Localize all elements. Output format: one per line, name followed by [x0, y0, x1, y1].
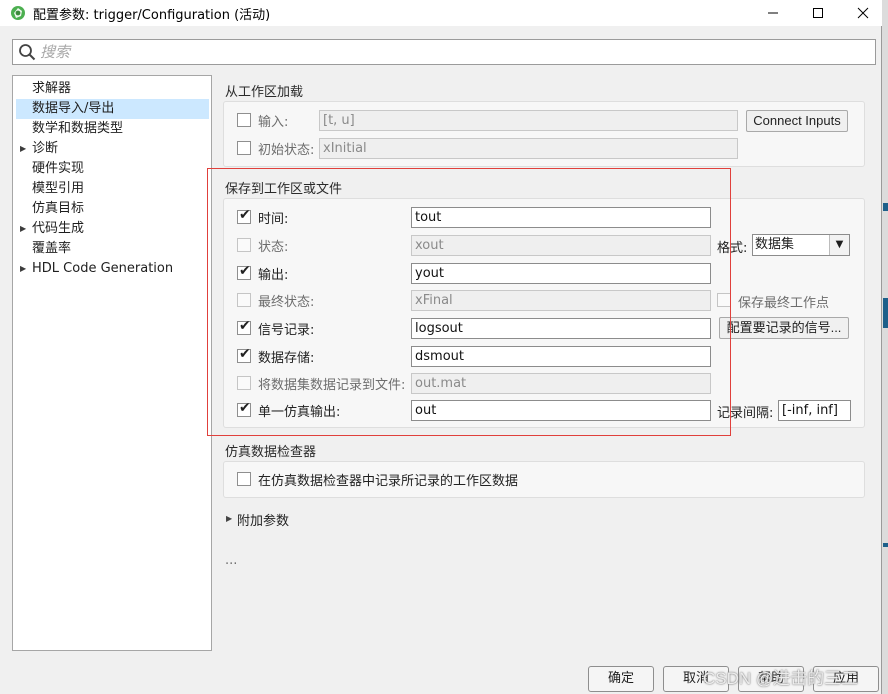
input-checkbox[interactable]	[237, 113, 251, 127]
check-icon: ✔	[239, 400, 251, 416]
tree-item-code-gen[interactable]: ▶ 代码生成	[16, 219, 209, 239]
save-final-op-label: 保存最终工作点	[738, 296, 830, 311]
edge-mark	[883, 298, 888, 328]
close-icon	[857, 7, 869, 19]
config-dialog: 配置参数: trigger/Configuration (活动) 求解器 数据导…	[0, 0, 882, 694]
section-title-save: 保存到工作区或文件	[225, 182, 343, 197]
log-dataset-label: 将数据集数据记录到文件:	[258, 378, 406, 393]
single-output-checkbox[interactable]: ✔	[237, 400, 251, 417]
format-select-value: 数据集	[755, 237, 795, 252]
format-select[interactable]: 数据集 ▼	[752, 234, 850, 256]
final-states-label: 最终状态:	[258, 295, 315, 310]
tree-item-label: 代码生成	[32, 221, 85, 236]
tree-item-label: HDL Code Generation	[32, 261, 174, 276]
sdi-record-label: 在仿真数据检查器中记录所记录的工作区数据	[258, 474, 519, 489]
signal-logging-label: 信号记录:	[258, 323, 315, 338]
interval-field[interactable]: [-inf, inf]	[778, 400, 851, 421]
input-field[interactable]: [t, u]	[319, 110, 738, 131]
connect-inputs-button[interactable]: Connect Inputs	[746, 110, 848, 132]
tree-item-label: 覆盖率	[32, 241, 72, 256]
tree-item-math-data-types[interactable]: 数学和数据类型	[16, 119, 209, 139]
tree-item-label: 仿真目标	[32, 201, 85, 216]
log-dataset-field[interactable]: out.mat	[411, 373, 711, 394]
input-label: 输入:	[258, 115, 289, 130]
interval-label: 记录间隔:	[717, 406, 774, 421]
data-stores-label: 数据存储:	[258, 351, 315, 366]
tree-item-coverage[interactable]: 覆盖率	[16, 239, 209, 259]
close-button[interactable]	[840, 0, 886, 26]
minimize-button[interactable]	[750, 0, 796, 26]
tree-item-diagnostics[interactable]: ▶ 诊断	[16, 139, 209, 159]
tree-item-hdl[interactable]: ▶ HDL Code Generation	[16, 259, 209, 279]
tree-item-model-ref[interactable]: 模型引用	[16, 179, 209, 199]
check-icon: ✔	[239, 207, 251, 223]
log-dataset-checkbox[interactable]	[237, 376, 251, 390]
output-field[interactable]: yout	[411, 263, 711, 284]
section-title-sdi: 仿真数据检查器	[225, 445, 317, 460]
background-window-edge	[882, 0, 888, 694]
expand-arrow-icon[interactable]: ▶	[20, 259, 26, 279]
maximize-button[interactable]	[795, 0, 841, 26]
edge-mark	[883, 543, 888, 547]
time-label: 时间:	[258, 212, 289, 227]
search-input[interactable]	[40, 41, 875, 63]
initial-state-label: 初始状态:	[258, 143, 315, 158]
search-bar[interactable]	[12, 39, 876, 65]
states-checkbox[interactable]	[237, 238, 251, 252]
states-label: 状态:	[258, 240, 289, 255]
signal-logging-field[interactable]: logsout	[411, 318, 711, 339]
tree-item-label: 诊断	[32, 141, 59, 156]
tree-item-label: 数学和数据类型	[32, 121, 124, 136]
tree-item-data-import-export[interactable]: 数据导入/导出	[16, 99, 209, 119]
time-checkbox[interactable]: ✔	[237, 207, 251, 224]
single-output-field[interactable]: out	[411, 400, 711, 421]
expand-arrow-icon[interactable]: ▶	[20, 219, 26, 239]
section-title-load: 从工作区加载	[225, 85, 304, 100]
edge-mark	[883, 203, 888, 211]
check-icon: ✔	[239, 263, 251, 279]
cancel-button[interactable]: 取消	[663, 666, 729, 692]
check-icon: ✔	[239, 346, 251, 362]
initial-state-checkbox[interactable]	[237, 141, 251, 155]
search-icon	[19, 44, 36, 61]
tree-item-solver[interactable]: 求解器	[16, 79, 209, 99]
final-states-checkbox[interactable]	[237, 293, 251, 307]
time-field[interactable]: tout	[411, 207, 711, 228]
output-label: 输出:	[258, 268, 289, 283]
ok-button[interactable]: 确定	[588, 666, 654, 692]
apply-button[interactable]: 应用	[813, 666, 879, 692]
tree-item-sim-target[interactable]: 仿真目标	[16, 199, 209, 219]
single-output-label: 单一仿真输出:	[258, 405, 341, 420]
ellipsis-text: ...	[225, 553, 238, 568]
expand-arrow-icon[interactable]: ▶	[226, 514, 232, 523]
maximize-icon	[813, 8, 823, 18]
tree-item-label: 硬件实现	[32, 161, 85, 176]
states-field[interactable]: xout	[411, 235, 711, 256]
output-checkbox[interactable]: ✔	[237, 263, 251, 280]
additional-params-toggle[interactable]: 附加参数	[237, 510, 289, 529]
tree-item-label: 模型引用	[32, 181, 85, 196]
category-tree: 求解器 数据导入/导出 数学和数据类型 ▶ 诊断 硬件实现 模型引用 仿真目标 ▶…	[12, 75, 212, 651]
chevron-down-icon[interactable]: ▼	[829, 235, 849, 255]
final-states-field[interactable]: xFinal	[411, 290, 711, 311]
signal-logging-checkbox[interactable]: ✔	[237, 318, 251, 335]
save-final-op-checkbox[interactable]	[717, 293, 731, 307]
data-stores-field[interactable]: dsmout	[411, 346, 711, 367]
title-bar: 配置参数: trigger/Configuration (活动)	[0, 0, 882, 26]
tree-item-hardware[interactable]: 硬件实现	[16, 159, 209, 179]
data-stores-checkbox[interactable]: ✔	[237, 346, 251, 363]
initial-state-field[interactable]: xInitial	[319, 138, 738, 159]
window-title: 配置参数: trigger/Configuration (活动)	[33, 7, 271, 23]
format-label: 格式:	[717, 241, 748, 256]
help-button[interactable]: 帮助	[738, 666, 804, 692]
tree-item-label: 求解器	[32, 81, 72, 96]
minimize-icon	[768, 12, 778, 14]
simulink-app-icon	[11, 6, 25, 20]
sdi-record-checkbox[interactable]	[237, 472, 251, 486]
tree-item-label: 数据导入/导出	[32, 101, 115, 116]
configure-signals-button[interactable]: 配置要记录的信号...	[719, 317, 849, 339]
expand-arrow-icon[interactable]: ▶	[20, 139, 26, 159]
check-icon: ✔	[239, 318, 251, 334]
